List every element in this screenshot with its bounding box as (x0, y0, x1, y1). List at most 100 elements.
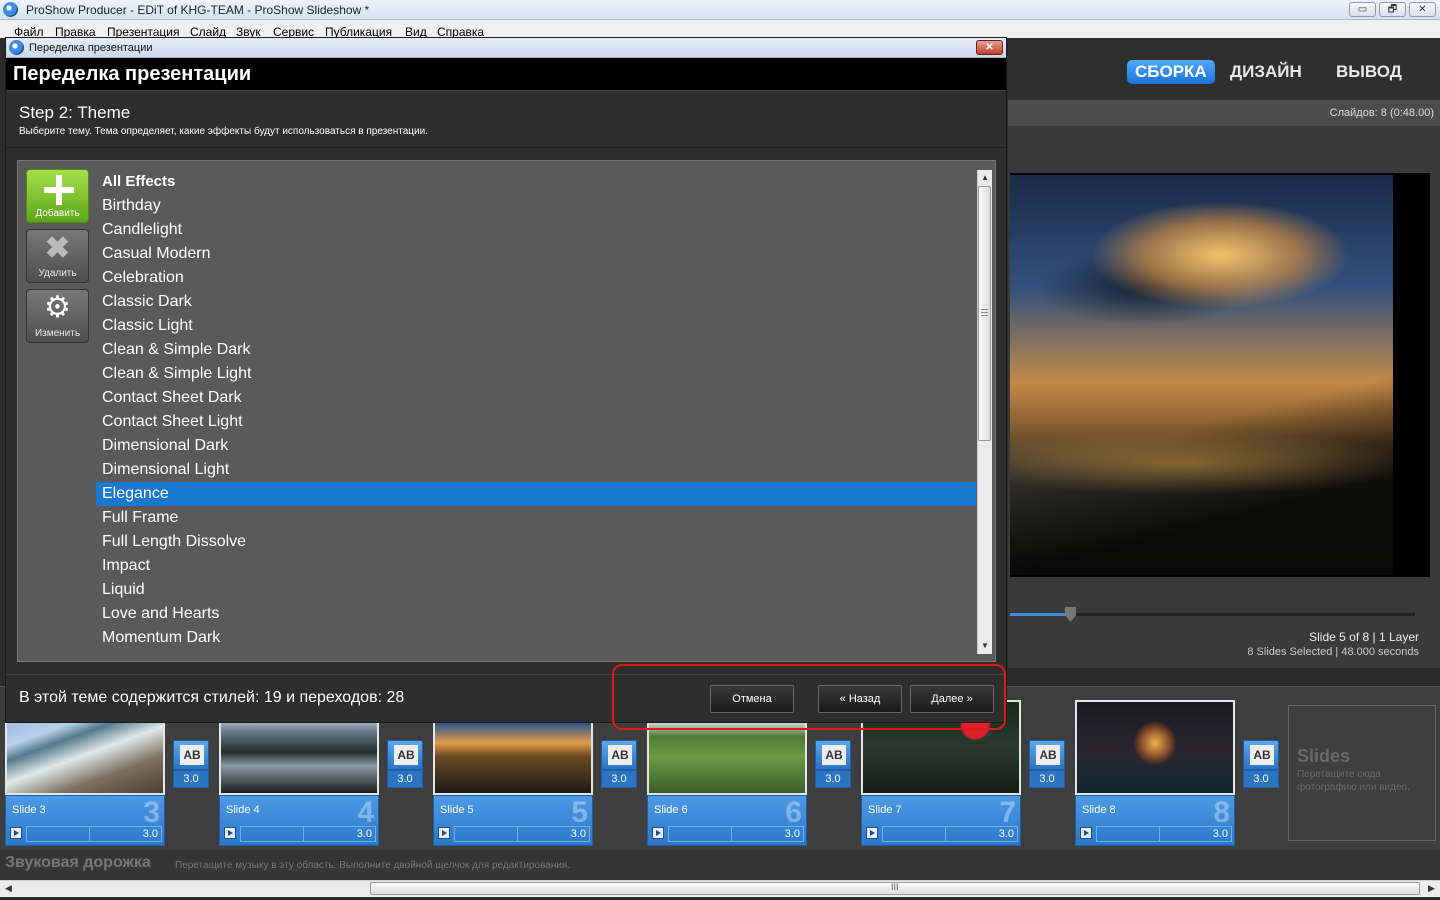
play-icon[interactable] (438, 827, 450, 839)
transition-ab-icon[interactable]: AB (1029, 740, 1065, 770)
theme-item[interactable]: Birthday (96, 194, 976, 218)
add-label: Добавить (35, 208, 80, 219)
theme-item[interactable]: Classic Dark (96, 290, 976, 314)
slides-count: Слайдов: 8 (0:48.00) (1329, 107, 1434, 119)
slide-info-panel: Slide 5 5 3.0 (433, 795, 593, 846)
slide-card[interactable]: Slide 8 8 3.0 (1075, 700, 1235, 846)
proshow-app-icon (3, 2, 18, 17)
transition-ab-icon[interactable]: AB (387, 740, 423, 770)
slide-number: 4 (357, 796, 374, 829)
scroll-left-arrow-icon[interactable]: ◀ (5, 883, 12, 894)
slide-time[interactable]: 3.0 (999, 828, 1014, 840)
transition-time[interactable]: 3.0 (173, 770, 209, 788)
close-window-button[interactable]: ✕ (1409, 2, 1436, 17)
theme-info-text: В этой теме содержится стилей: 19 и пере… (19, 689, 405, 706)
audio-track-label: Звуковая дорожка (5, 854, 151, 871)
theme-item[interactable]: Celebration (96, 266, 976, 290)
edit-theme-button[interactable]: ⚙ Изменить (26, 289, 89, 343)
transition[interactable]: AB 3.0 (815, 740, 851, 788)
theme-item-selected[interactable]: Elegance (96, 482, 976, 506)
add-theme-button[interactable]: Добавить (26, 169, 89, 223)
slides-drop-title: Slides (1297, 746, 1351, 766)
theme-item[interactable]: Contact Sheet Dark (96, 386, 976, 410)
maximize-button[interactable]: 🗗 (1379, 2, 1406, 17)
dialog-heading: Переделка презентации (13, 63, 252, 85)
slide-info-panel: Slide 3 3 3.0 (5, 795, 165, 846)
play-icon[interactable] (652, 827, 664, 839)
transition-ab-icon[interactable]: AB (815, 740, 851, 770)
theme-item[interactable]: Liquid (96, 578, 976, 602)
transition-time[interactable]: 3.0 (601, 770, 637, 788)
tab-build[interactable]: СБОРКА (1127, 60, 1215, 84)
slide-name: Slide 4 (226, 804, 260, 816)
slide-time[interactable]: 3.0 (571, 828, 586, 840)
menu-bar: Файл Правка Презентация Слайд Звук Серви… (0, 20, 1440, 39)
theme-item[interactable]: Full Length Dissolve (96, 530, 976, 554)
transition-ab-icon[interactable]: AB (1243, 740, 1279, 770)
play-icon[interactable] (10, 827, 22, 839)
scroll-down-arrow-icon[interactable]: ▼ (981, 641, 989, 650)
dialog-app-icon (9, 40, 24, 55)
theme-item[interactable]: Love and Hearts (96, 602, 976, 626)
scroll-right-arrow-icon[interactable]: ▶ (1428, 883, 1435, 894)
play-icon[interactable] (224, 827, 236, 839)
transition-time[interactable]: 3.0 (1029, 770, 1065, 788)
theme-item[interactable]: Dimensional Light (96, 458, 976, 482)
slide-duration-bar (26, 826, 162, 842)
theme-item-all-effects[interactable]: All Effects (96, 170, 976, 194)
slide-duration-bar (240, 826, 376, 842)
step-title: Step 2: Theme (19, 103, 131, 122)
transition[interactable]: AB 3.0 (173, 740, 209, 788)
minimize-button[interactable]: ▭ (1349, 2, 1376, 17)
slide-number: 8 (1213, 796, 1230, 829)
theme-item[interactable]: Full Frame (96, 506, 976, 530)
theme-item[interactable]: Clean & Simple Light (96, 362, 976, 386)
slide-duration-bar (454, 826, 590, 842)
transition[interactable]: AB 3.0 (1029, 740, 1065, 788)
theme-item[interactable]: Classic Light (96, 314, 976, 338)
slide-number: 3 (143, 796, 160, 829)
theme-list: All Effects Birthday Candlelight Casual … (96, 170, 976, 654)
theme-item[interactable]: Contact Sheet Light (96, 410, 976, 434)
window-titlebar: ProShow Producer - EDiT of KHG-TEAM - Pr… (0, 0, 1440, 20)
tab-design[interactable]: ДИЗАЙН (1222, 60, 1310, 84)
slide-name: Slide 8 (1082, 804, 1116, 816)
play-icon[interactable] (1080, 827, 1092, 839)
slide-name: Slide 3 (12, 804, 46, 816)
play-icon[interactable] (866, 827, 878, 839)
slide-time[interactable]: 3.0 (143, 828, 158, 840)
horizontal-scroll-thumb[interactable]: III (370, 882, 1420, 895)
theme-item[interactable]: Impact (96, 554, 976, 578)
window-title: ProShow Producer - EDiT of KHG-TEAM - Pr… (26, 3, 370, 17)
slide-duration-bar (882, 826, 1018, 842)
dialog-close-button[interactable]: ✕ (976, 40, 1003, 55)
transition[interactable]: AB 3.0 (601, 740, 637, 788)
slide-number: 6 (785, 796, 802, 829)
transition-ab-icon[interactable]: AB (173, 740, 209, 770)
slide-info-panel: Slide 4 4 3.0 (219, 795, 379, 846)
theme-item[interactable]: Casual Modern (96, 242, 976, 266)
transition-time[interactable]: 3.0 (387, 770, 423, 788)
transition-ab-icon[interactable]: AB (601, 740, 637, 770)
preview-image (1010, 175, 1393, 575)
slide-time[interactable]: 3.0 (1213, 828, 1228, 840)
slide-thumbnail[interactable] (1075, 700, 1235, 795)
slide-duration-bar (668, 826, 804, 842)
delete-theme-button[interactable]: ✖ Удалить (26, 229, 89, 283)
transition-time[interactable]: 3.0 (815, 770, 851, 788)
slides-drop-zone[interactable]: Slides Перетащите сюда фотографию или ви… (1288, 705, 1436, 841)
transition[interactable]: AB 3.0 (387, 740, 423, 788)
slide-info-panel: Slide 8 8 3.0 (1075, 795, 1235, 846)
slide-time[interactable]: 3.0 (357, 828, 372, 840)
slide-number: 7 (999, 796, 1016, 829)
scroll-up-arrow-icon[interactable]: ▲ (981, 173, 989, 182)
tab-output[interactable]: ВЫВОД (1328, 60, 1410, 84)
theme-item[interactable]: Dimensional Dark (96, 434, 976, 458)
transition[interactable]: AB 3.0 (1243, 740, 1279, 788)
slide-time[interactable]: 3.0 (785, 828, 800, 840)
transition-time[interactable]: 3.0 (1243, 770, 1279, 788)
theme-item[interactable]: Clean & Simple Dark (96, 338, 976, 362)
preview-status-selection: 8 Slides Selected | 48.000 seconds (1247, 646, 1419, 658)
theme-item[interactable]: Momentum Dark (96, 626, 976, 650)
theme-item[interactable]: Candlelight (96, 218, 976, 242)
